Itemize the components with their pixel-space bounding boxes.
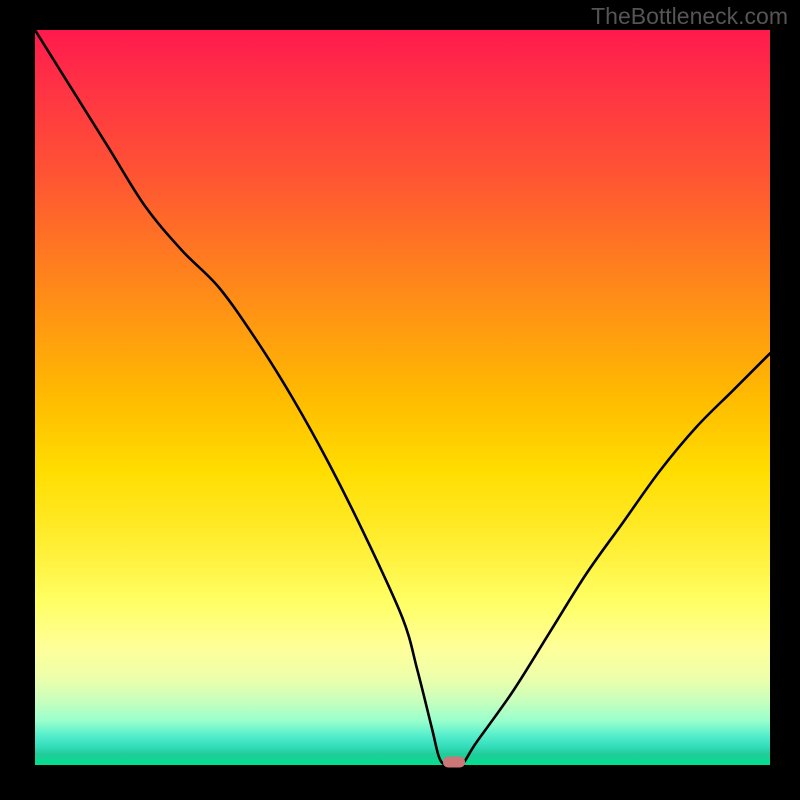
watermark-text: TheBottleneck.com: [591, 3, 788, 30]
optimal-marker: [443, 757, 465, 768]
plot-area: [35, 30, 770, 765]
chart-container: TheBottleneck.com: [0, 0, 800, 800]
curve-svg: [35, 30, 770, 765]
bottleneck-curve: [35, 30, 770, 765]
